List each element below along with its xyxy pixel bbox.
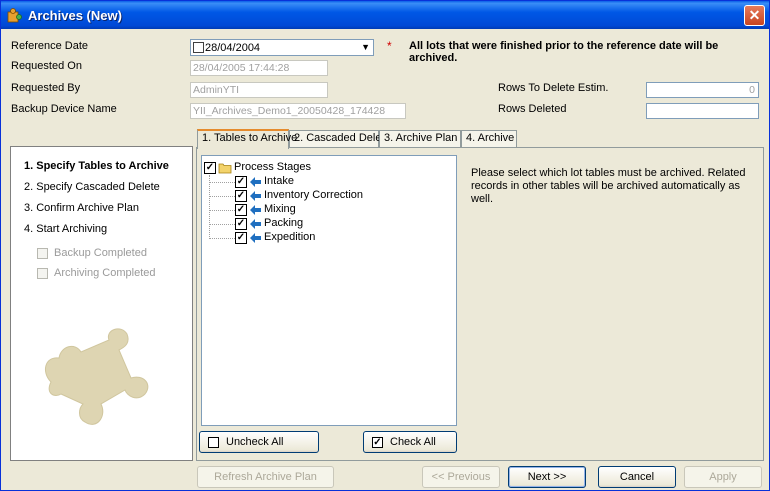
tree-expedition-checkbox[interactable]: ✓ (235, 232, 247, 244)
rows-deleted-label: Rows Deleted (498, 103, 567, 115)
archives-window: Archives (New) ✕ Reference Date 28/04/20… (0, 0, 770, 491)
arrow-icon (250, 191, 261, 201)
tree-intake-label: Intake (264, 175, 294, 187)
archiving-completed-checkbox (37, 268, 48, 279)
backup-device-label: Backup Device Name (11, 103, 117, 115)
window-title: Archives (New) (28, 8, 122, 23)
refresh-archive-plan-button[interactable]: Refresh Archive Plan (197, 466, 334, 488)
requested-on-field: 28/04/2005 17:44:28 (190, 60, 328, 76)
arrow-icon (250, 219, 261, 229)
rows-to-delete-label: Rows To Delete Estim. (498, 82, 609, 94)
tree-inventory-label: Inventory Correction (264, 189, 364, 201)
backup-device-field: YII_Archives_Demo1_20050428_174428 (190, 103, 406, 119)
check-all-button[interactable]: ✓ Check All (363, 431, 457, 453)
uncheck-all-button[interactable]: Uncheck All (199, 431, 319, 453)
requested-by-field: AdminYTI (190, 82, 328, 98)
tree-mixing-checkbox[interactable]: ✓ (235, 204, 247, 216)
requested-by-label: Requested By (11, 82, 81, 94)
rows-to-delete-field: 0 (646, 82, 759, 98)
date-enable-checkbox[interactable] (193, 42, 204, 53)
tree-connector (209, 182, 235, 183)
required-marker: * (387, 39, 392, 53)
step-cascaded-delete: 2. Specify Cascaded Delete (24, 181, 160, 193)
step-start-archiving: 4. Start Archiving (24, 223, 108, 235)
cancel-button[interactable]: Cancel (598, 466, 676, 488)
next-button[interactable]: Next >> (508, 466, 586, 488)
arrow-icon (250, 205, 261, 215)
tree-mixing-label: Mixing (264, 203, 296, 215)
folder-icon (218, 163, 232, 174)
tree-packing-label: Packing (264, 217, 304, 229)
tab-tables-to-archive[interactable]: 1. Tables to Archive (197, 129, 297, 149)
tree-connector (209, 224, 235, 225)
apply-button[interactable]: Apply (684, 466, 762, 488)
tab-archive[interactable]: 4. Archive (461, 130, 517, 147)
puzzle-app-icon (7, 8, 22, 23)
tree-root-label: Process Stages (234, 161, 312, 173)
tree-connector (209, 238, 235, 239)
archiving-completed-label: Archiving Completed (54, 267, 156, 279)
uncheck-all-label: Uncheck All (226, 436, 284, 448)
backup-completed-label: Backup Completed (54, 247, 147, 259)
tables-tree-view[interactable]: ✓ Process Stages ✓ Intake ✓ Inventory Co… (201, 155, 457, 426)
step-specify-tables: 1. Specify Tables to Archive (24, 160, 169, 172)
arrow-icon (250, 233, 261, 243)
tree-connector (209, 196, 235, 197)
reference-date-label: Reference Date (11, 40, 89, 52)
tree-connector (209, 175, 210, 239)
checked-box-icon: ✓ (372, 437, 383, 448)
title-bar[interactable]: Archives (New) ✕ (1, 1, 769, 29)
tree-packing-checkbox[interactable]: ✓ (235, 218, 247, 230)
dropdown-arrow-icon[interactable]: ▼ (361, 40, 370, 55)
previous-button[interactable]: << Previous (422, 466, 500, 488)
puzzle-piece-watermark-icon (44, 328, 149, 425)
instructions-text: Please select which lot tables must be a… (471, 167, 746, 205)
tab-archive-plan[interactable]: 3. Archive Plan (379, 130, 461, 147)
requested-on-label: Requested On (11, 60, 82, 72)
arrow-icon (250, 177, 261, 187)
tree-expedition-label: Expedition (264, 231, 316, 243)
unchecked-box-icon (208, 437, 219, 448)
tree-intake-checkbox[interactable]: ✓ (235, 176, 247, 188)
tab-cascaded-delete[interactable]: 2. Cascaded Delete (289, 130, 391, 147)
reference-date-picker[interactable]: 28/04/2004 ▼ (190, 39, 374, 56)
backup-completed-checkbox (37, 248, 48, 259)
tree-root-checkbox[interactable]: ✓ (204, 162, 216, 174)
wizard-steps-panel: 1. Specify Tables to Archive 2. Specify … (10, 146, 193, 461)
step-confirm-plan: 3. Confirm Archive Plan (24, 202, 139, 214)
reference-date-value: 28/04/2004 (205, 42, 261, 54)
tree-inventory-checkbox[interactable]: ✓ (235, 190, 247, 202)
reference-date-note: All lots that were finished prior to the… (409, 40, 719, 64)
rows-deleted-field (646, 103, 759, 119)
check-all-label: Check All (390, 436, 436, 448)
close-icon[interactable]: ✕ (744, 5, 765, 26)
tree-connector (209, 210, 235, 211)
